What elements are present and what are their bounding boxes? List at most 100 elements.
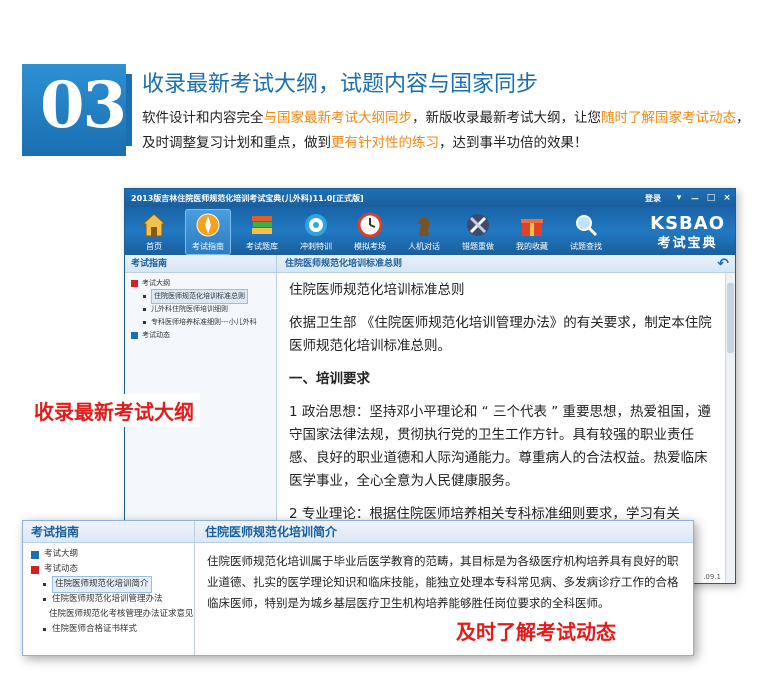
zoom-sidebar: 考试指南 考试大纲 考试动态 住院医师规范化培训简介 住院医师规范化培训管理办法 住院医… [23,521,195,655]
tree-leaf-label: 住院医师规范化考核管理办法证求意见 [49,609,194,619]
books-icon [249,212,275,238]
back-arrow-icon[interactable]: ↶ [717,255,729,273]
menu-dropdown-button[interactable]: ▾ [671,193,687,203]
toolbar-button-clock[interactable]: 模拟考场 [347,209,393,255]
tree-node[interactable]: 考试动态 [31,562,186,577]
target-icon [303,212,329,238]
login-link[interactable]: 登录 [645,193,661,204]
tree-node-label: 考试动态 [44,564,79,574]
section-number: 03 [40,68,127,143]
tree-node[interactable]: 考试动态 [131,329,270,342]
bullet-icon [43,628,46,631]
document-body: 住院医师规范化培训标准总则 依据卫生部 《住院医师规范化培训管理办法》的有关要求… [277,273,735,526]
tree-leaf[interactable]: 住院医师规范化考核管理办法证求意见 [31,607,194,622]
toolbar-button-magnifier[interactable]: 试题查找 [563,209,609,255]
tree-node-label: 考试大纲 [44,549,79,559]
minimize-button[interactable]: － [687,192,703,205]
home-icon [141,212,167,238]
toolbar-button-label: 模拟考场 [354,242,386,251]
zoom-tree: 考试大纲考试动态住院医师规范化培训简介 住院医师规范化培训管理办法住院医师规范化考… [23,543,194,641]
tree-leaf[interactable]: 住院医师规范化培训简介 [31,576,186,593]
toolbar-button-books[interactable]: 考试题库 [239,209,285,255]
gift-icon [519,212,545,238]
sidebar-heading: 考试指南 [125,255,276,273]
toolbar-button-home[interactable]: 首页 [131,209,177,255]
toolbar-button-label: 错题重做 [462,242,494,251]
desc-text: ，达到事半功倍的效果！ [439,135,588,151]
tree-leaf[interactable]: 住院医师规范化培训管理办法 [31,592,186,607]
maximize-button[interactable]: □ [703,193,719,203]
main-toolbar: 首页 考试指南 考试题库 冲刺特训 模拟考场 人机对话 错题重做 我的收藏 试题查找 KSBAO… [125,207,735,255]
tools-icon [465,212,491,238]
clock-icon [357,212,383,238]
content-heading: 住院医师规范化培训标准总则 ↶ [277,255,735,273]
ksbao-logo: KSBAO 考试宝典 [650,213,725,251]
desc-text: ，新版收录最新考试大纲，让您 [412,110,601,126]
bullet-icon [143,308,146,311]
title-bar: 2013版吉林住院医师规范化培训考试宝典(儿外科)11.0[正式版] 登录 ▾ … [125,189,735,207]
doc-paragraph: 1 政治思想：坚持邓小平理论和 “ 三个代表 ” 重要思想，热爱祖国，遵守国家法… [289,404,712,489]
doc-paragraph: 依据卫生部 《住院医师规范化培训管理办法》的有关要求，制定本住院医师规范化培训标… [289,315,712,354]
bullet-icon [143,321,146,324]
toolbar-button-chess[interactable]: 人机对话 [401,209,447,255]
collapse-icon[interactable] [131,280,138,287]
toolbar-button-label: 考试题库 [246,242,278,251]
brand-name: KSBAO [650,213,725,234]
zoom-content: 住院医师规范化培训简介 住院医师规范化培训属于毕业后医学教育的范畴，其目标是为各… [195,521,693,655]
news-callout: 及时了解考试动态 [456,620,616,644]
window-title: 2013版吉林住院医师规范化培训考试宝典(儿外科)11.0[正式版] [131,193,364,203]
toolbar-button-label: 首页 [146,242,162,251]
doc-title: 住院医师规范化培训标准总则 [289,282,465,298]
chess-icon [411,212,437,238]
highlight-text: 更有针对性的练习 [331,135,439,151]
content-heading-text: 住院医师规范化培训标准总则 [285,259,403,269]
badge-accent-bar [126,74,132,146]
tree-leaf[interactable]: 儿外科住院医师培训细则 [131,303,270,316]
tree-leaf-label: 住院医师规范化培训管理办法 [52,594,163,604]
tree-leaf-label: 住院医师合格证书样式 [52,624,138,634]
tree-leaf-label: 儿外科住院医师培训细则 [151,305,228,313]
zoom-content-text: 住院医师规范化培训属于毕业后医学教育的范畴，其目标是为各级医疗机构培养具有良好的… [207,554,679,610]
desc-text: 软件设计和内容完全 [142,110,264,126]
toolbar-button-label: 试题查找 [570,242,602,251]
brand-subtitle: 考试宝典 [657,236,718,251]
bullet-icon [143,295,146,298]
toolbar-button-tools[interactable]: 错题重做 [455,209,501,255]
tree-leaf-label: 住院医师规范化培训简介 [52,576,152,593]
number-badge: 03 [22,64,132,156]
bullet-icon [43,598,46,601]
tree-leaf[interactable]: 住院医师规范化培训标准总则 [131,289,270,304]
close-button[interactable]: × [719,193,735,203]
toolbar-button-label: 人机对话 [408,242,440,251]
zoom-content-heading: 住院医师规范化培训简介 [195,521,693,543]
magnifier-icon [573,212,599,238]
bullet-icon [43,583,46,586]
section-description: 软件设计和内容完全与国家最新考试大纲同步，新版收录最新考试大纲，让您随时了解国家… [142,106,752,156]
vertical-scrollbar[interactable] [725,273,735,583]
outline-callout: 收录最新考试大纲 [28,394,200,427]
scrollbar-thumb[interactable] [727,283,734,353]
toolbar-button-label: 我的收藏 [516,242,548,251]
zoom-sidebar-heading: 考试指南 [23,521,194,543]
section-title: 收录最新考试大纲，试题内容与国家同步 [142,72,539,97]
tree-leaf[interactable]: 住院医师合格证书样式 [31,622,186,637]
toolbar-button-gift[interactable]: 我的收藏 [509,209,555,255]
toolbar-button-compass[interactable]: 考试指南 [185,209,231,255]
collapse-icon[interactable] [31,565,39,574]
version-label: .09.1 [703,573,721,581]
toolbar-button-label: 考试指南 [192,242,224,251]
highlight-text: 与国家最新考试大纲同步 [263,110,413,126]
tree-leaf[interactable]: 专科医师培养标准细则---小儿外科 [131,316,270,329]
toolbar-button-label: 冲刺特训 [300,242,332,251]
tree-leaf-label: 专科医师培养标准细则---小儿外科 [151,318,257,326]
toolbar-button-target[interactable]: 冲刺特训 [293,209,339,255]
expand-icon[interactable] [131,332,138,339]
compass-icon [195,212,221,238]
expand-icon[interactable] [31,550,39,559]
highlight-text: 随时了解国家考试动态 [601,110,736,126]
guide-tree: 考试大纲 住院医师规范化培训标准总则 儿外科住院医师培训细则 专科医师培养标准细则--… [125,273,276,346]
doc-section-heading: 一、培训要求 [289,371,370,387]
tree-node[interactable]: 考试大纲 [31,547,186,562]
tree-node-label: 考试动态 [142,331,170,339]
tree-leaf-label: 住院医师规范化培训标准总则 [151,289,248,304]
